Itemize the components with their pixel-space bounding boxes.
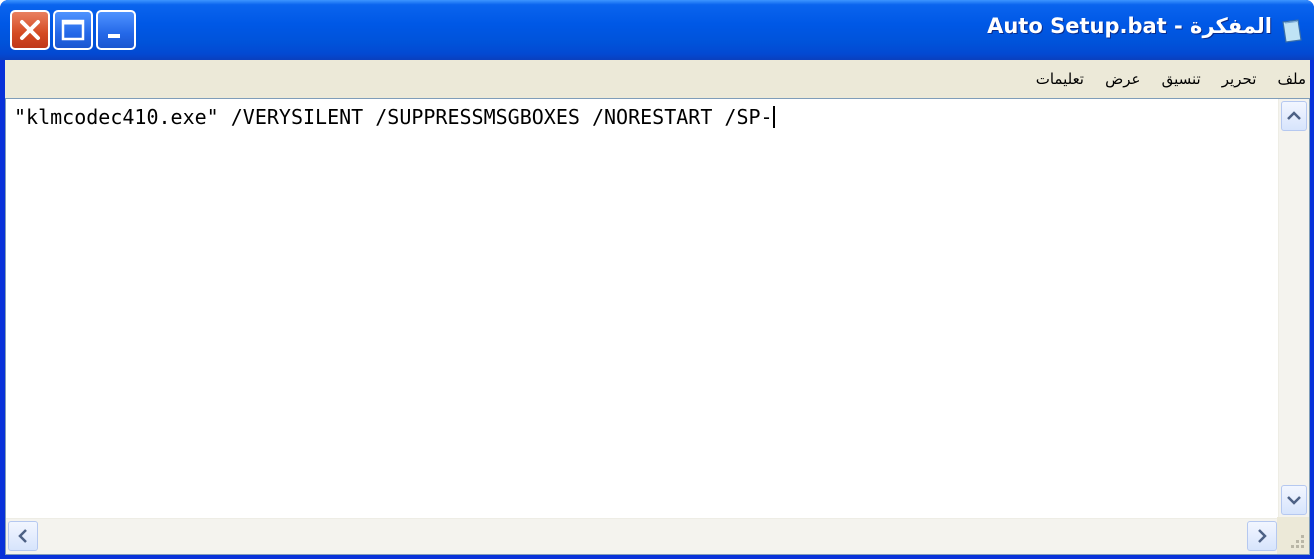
chevron-up-icon — [1287, 111, 1301, 120]
scroll-down-button[interactable] — [1281, 485, 1307, 515]
editor-text-line[interactable]: "klmcodec410.exe" /VERYSILENT /SUPPRESSM… — [14, 105, 775, 129]
menu-help[interactable]: تعليمات — [1032, 60, 1088, 98]
editor-content: "klmcodec410.exe" /VERYSILENT /SUPPRESSM… — [14, 105, 773, 129]
menu-format[interactable]: تنسيق — [1158, 60, 1205, 98]
scroll-left-button[interactable] — [8, 521, 38, 551]
window-title: المفكرة - Auto Setup.bat — [987, 14, 1272, 38]
close-button[interactable] — [10, 10, 50, 50]
text-editor[interactable]: "klmcodec410.exe" /VERYSILENT /SUPPRESSM… — [5, 98, 1310, 555]
grip-icon — [1291, 535, 1304, 548]
notepad-window: المفكرة - Auto Setup.bat ملف تحرير تنسيق… — [0, 0, 1314, 559]
text-caret — [772, 106, 775, 128]
resize-grip[interactable] — [1277, 517, 1309, 554]
scroll-up-button[interactable] — [1281, 101, 1307, 131]
menu-view[interactable]: عرض — [1101, 60, 1144, 98]
title-bar[interactable]: المفكرة - Auto Setup.bat — [0, 0, 1314, 60]
close-icon — [20, 20, 40, 40]
menu-bar: ملف تحرير تنسيق عرض تعليمات — [5, 60, 1310, 98]
scroll-right-button[interactable] — [1247, 521, 1277, 551]
vertical-scrollbar[interactable] — [1278, 99, 1309, 517]
menu-file[interactable]: ملف — [1273, 60, 1310, 98]
horizontal-scrollbar[interactable] — [6, 518, 1279, 554]
minimize-icon — [108, 34, 120, 38]
chevron-left-icon — [18, 529, 27, 543]
minimize-button[interactable] — [96, 10, 136, 50]
maximize-button[interactable] — [53, 10, 93, 50]
menu-edit[interactable]: تحرير — [1218, 60, 1261, 98]
maximize-icon — [61, 19, 85, 41]
chevron-right-icon — [1258, 529, 1267, 543]
chevron-down-icon — [1287, 496, 1301, 505]
notepad-app-icon[interactable] — [1280, 18, 1304, 44]
